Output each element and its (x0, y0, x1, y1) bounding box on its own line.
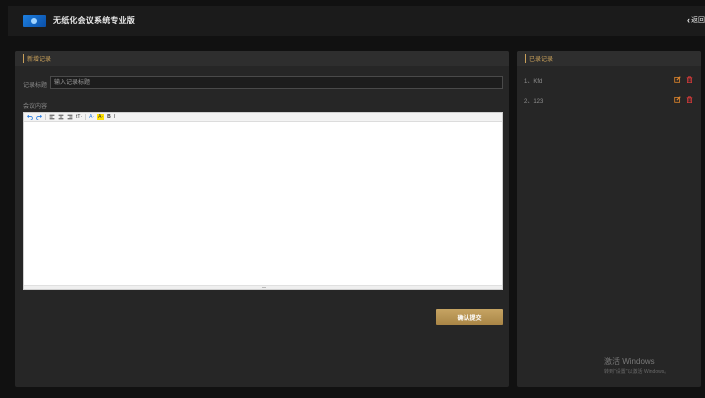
align-right-icon[interactable] (67, 114, 73, 120)
content-label: 会议内容 (23, 104, 48, 110)
app-title: 无纸化会议系统专业版 (53, 16, 135, 25)
editor-toolbar: tT· A· A· B I (24, 113, 502, 122)
editor-content-area[interactable] (24, 123, 502, 285)
bold-icon[interactable]: B (107, 114, 111, 120)
redo-icon[interactable] (36, 114, 42, 120)
top-header: 无纸化会议系统专业版 ‹ 返回 (8, 6, 705, 36)
new-record-panel-title: 新增记录 (23, 54, 51, 63)
record-title-label: 记录标题 (23, 83, 48, 89)
record-item-label: 1、Kfd (524, 78, 543, 85)
submit-button[interactable]: 确认提交 (436, 309, 503, 325)
delete-icon[interactable] (686, 76, 693, 83)
editor-resize-handle[interactable] (24, 285, 502, 289)
app-window: 无纸化会议系统专业版 ‹ 返回 新增记录 记录标题 会议内容 (0, 0, 705, 398)
font-color-icon[interactable]: A· (89, 114, 94, 120)
records-panel-title: 已录记录 (525, 54, 553, 63)
edit-icon[interactable] (674, 96, 681, 103)
watermark-title: 激活 Windows (604, 357, 655, 366)
back-button[interactable]: ‹ 返回 (687, 15, 705, 25)
delete-icon[interactable] (686, 96, 693, 103)
app-logo-icon (23, 15, 46, 27)
edit-icon[interactable] (674, 76, 681, 83)
record-actions (674, 76, 693, 83)
watermark-subtitle: 转到"设置"以激活 Windows。 (604, 369, 670, 375)
toolbar-divider (85, 114, 87, 120)
align-center-icon[interactable] (58, 114, 64, 120)
back-label: 返回 (691, 17, 705, 24)
new-record-panel: 新增记录 记录标题 会议内容 (15, 51, 509, 387)
records-panel-header: 已录记录 (517, 51, 701, 66)
record-item[interactable]: 2、123 (524, 95, 693, 105)
rich-text-editor[interactable]: tT· A· A· B I (23, 112, 503, 290)
record-actions (674, 96, 693, 103)
record-item[interactable]: 1、Kfd (524, 75, 693, 85)
toolbar-divider (45, 114, 46, 120)
windows-activation-watermark: 激活 Windows 转到"设置"以激活 Windows。 (604, 356, 669, 375)
font-size-icon[interactable]: tT· (76, 114, 82, 120)
record-title-input[interactable] (50, 76, 503, 89)
records-panel: 已录记录 1、Kfd 2、123 (517, 51, 701, 387)
highlight-icon[interactable]: A· (97, 114, 105, 120)
chevron-left-icon: ‹ (687, 15, 690, 25)
align-left-icon[interactable] (49, 114, 55, 120)
record-item-label: 2、123 (524, 98, 544, 105)
undo-icon[interactable] (27, 114, 33, 120)
new-record-panel-header: 新增记录 (15, 51, 509, 66)
italic-icon[interactable]: I (114, 114, 115, 120)
